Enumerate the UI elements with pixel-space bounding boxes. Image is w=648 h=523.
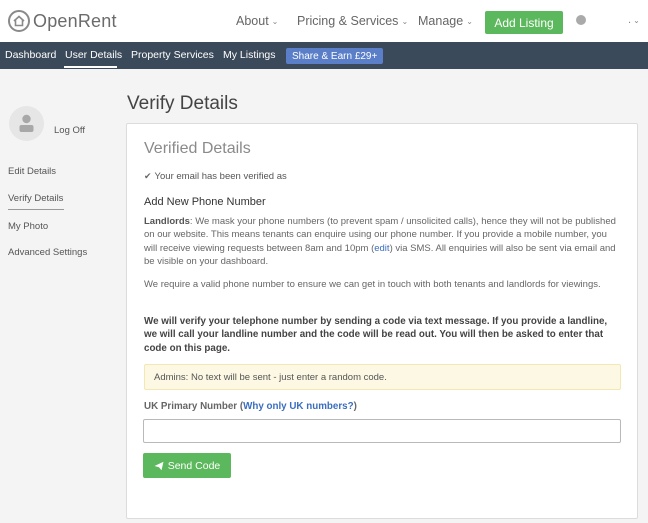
logo-text: OpenRent	[33, 10, 117, 31]
user-menu-label: .	[628, 14, 632, 26]
landlords-label: Landlords	[144, 216, 190, 227]
why-uk-numbers-link[interactable]: Why only UK numbers?	[243, 401, 354, 412]
section-title: Verified Details	[144, 140, 251, 157]
verify-explanation: We will verify your telephone number by …	[144, 316, 608, 354]
share-earn-button[interactable]: Share & Earn £29+	[286, 48, 384, 64]
phone-field-label-text: UK Primary Number	[144, 401, 238, 412]
nav-manage[interactable]: Manage ⌄	[418, 14, 473, 28]
send-code-button[interactable]: Send Code	[143, 453, 231, 478]
add-phone-title: Add New Phone Number	[144, 196, 266, 208]
paper-plane-icon	[154, 461, 164, 470]
active-tab-indicator	[64, 66, 117, 68]
sidebar-item-advanced-settings[interactable]: Advanced Settings	[8, 247, 87, 258]
page-title: Verify Details	[127, 93, 238, 114]
chevron-down-icon: ⌄	[633, 15, 640, 25]
chevron-down-icon: ⌄	[271, 16, 279, 26]
logoff-link[interactable]: Log Off	[54, 125, 85, 136]
email-verified-text: Your email has been verified as	[154, 171, 287, 182]
add-listing-button[interactable]: Add Listing	[485, 11, 563, 34]
nav-pricing-services[interactable]: Pricing & Services ⌄	[297, 14, 408, 28]
nav-about-label: About	[236, 14, 269, 28]
top-header: OpenRent About ⌄ Pricing & Services ⌄ Mana…	[0, 0, 648, 42]
user-menu[interactable]: . ⌄	[576, 14, 640, 26]
edit-link[interactable]: edit	[374, 243, 389, 254]
nav-manage-label: Manage	[418, 14, 464, 28]
chevron-down-icon: ⌄	[466, 16, 473, 26]
nav-about[interactable]: About ⌄	[236, 14, 278, 28]
sub-navigation: Dashboard User Details Property Services…	[0, 42, 648, 69]
home-icon	[8, 10, 30, 32]
nav-pricing-label: Pricing & Services	[297, 14, 399, 28]
chevron-down-icon: ⌄	[401, 16, 409, 26]
uk-phone-input[interactable]	[143, 419, 621, 443]
admin-notice: Admins: No text will be sent - just ente…	[144, 364, 621, 390]
subnav-my-listings[interactable]: My Listings	[223, 49, 276, 61]
email-verified-status: ✔ Your email has been verified as	[144, 171, 287, 182]
sidebar-item-verify-details[interactable]: Verify Details	[8, 193, 63, 204]
checkmark-icon: ✔	[144, 171, 152, 181]
subnav-user-details[interactable]: User Details	[65, 49, 122, 61]
phone-field-label: UK Primary Number (Why only UK numbers?)	[144, 401, 357, 412]
send-code-label: Send Code	[167, 459, 221, 472]
openrent-logo[interactable]: OpenRent	[8, 10, 117, 32]
subnav-property-services[interactable]: Property Services	[131, 49, 214, 61]
require-phone-text: We require a valid phone number to ensur…	[144, 279, 601, 290]
sidebar-item-edit-details[interactable]: Edit Details	[8, 166, 56, 177]
sidebar-item-my-photo[interactable]: My Photo	[8, 221, 48, 232]
avatar	[9, 106, 44, 141]
verify-card: Verified Details ✔ Your email has been v…	[126, 123, 638, 519]
subnav-dashboard[interactable]: Dashboard	[5, 49, 56, 61]
user-avatar-icon	[576, 15, 586, 25]
landlords-info: Landlords: We mask your phone numbers (t…	[144, 215, 622, 268]
sidebar-active-indicator	[8, 209, 64, 210]
